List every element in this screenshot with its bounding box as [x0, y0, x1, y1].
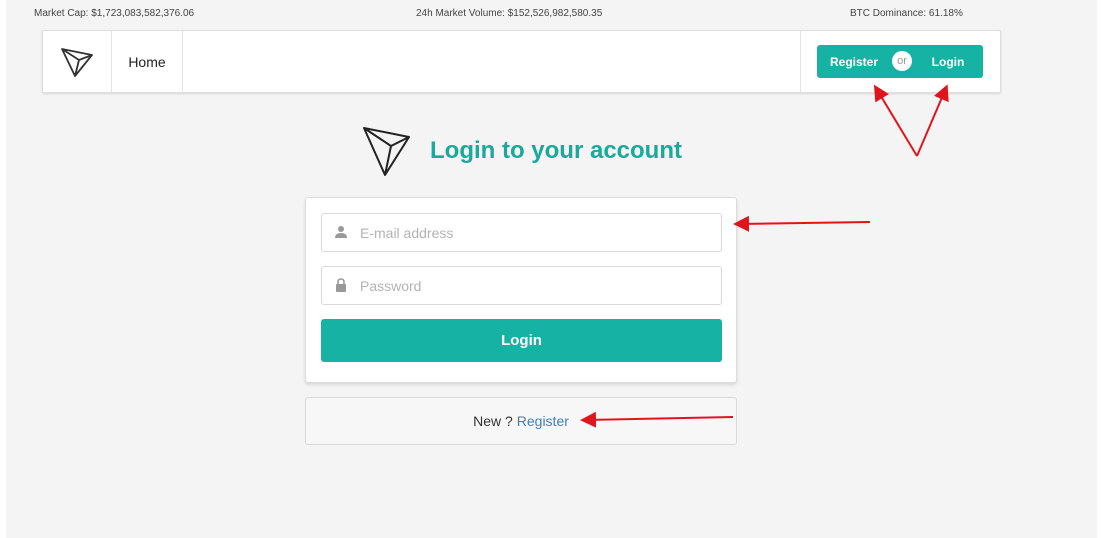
top-navbar: Home Register Login or [42, 30, 1001, 93]
signup-prompt-text: New ? [473, 413, 513, 429]
login-heading: Login to your account [362, 124, 682, 178]
market-cap-text: Market Cap: $1,723,083,582,376.06 [34, 8, 195, 19]
market-ticker: Market Cap: $1,723,083,582,376.06 24h Ma… [6, 8, 1097, 22]
or-separator: or [892, 51, 912, 71]
email-input[interactable] [360, 214, 710, 251]
password-input[interactable] [360, 267, 710, 304]
lock-icon [336, 278, 346, 292]
signup-prompt: New ? Register [305, 397, 737, 445]
login-button[interactable]: Login [903, 45, 983, 78]
login-form: Login [305, 197, 737, 383]
register-link[interactable]: Register [517, 413, 569, 429]
tron-logo-icon [363, 127, 410, 176]
register-button[interactable]: Register [817, 45, 903, 78]
tron-logo-icon [61, 47, 93, 77]
btc-dominance-text: BTC Dominance: 61.18% [850, 8, 963, 19]
login-button-label: Login [931, 54, 965, 69]
register-button-label: Register [829, 54, 879, 69]
auth-button-group: Register Login or [817, 45, 983, 78]
nav-home-link[interactable]: Home [112, 31, 183, 92]
login-submit-button[interactable]: Login [321, 319, 722, 362]
user-icon [335, 226, 347, 238]
password-field-wrapper [321, 266, 722, 305]
email-field-wrapper [321, 213, 722, 252]
page-title: Login to your account [430, 137, 682, 164]
logo-link[interactable] [43, 31, 112, 92]
market-volume-text: 24h Market Volume: $152,526,982,580.35 [416, 8, 603, 19]
page-background: Market Cap: $1,723,083,582,376.06 24h Ma… [6, 0, 1097, 538]
auth-area: Register Login or [800, 31, 1000, 92]
